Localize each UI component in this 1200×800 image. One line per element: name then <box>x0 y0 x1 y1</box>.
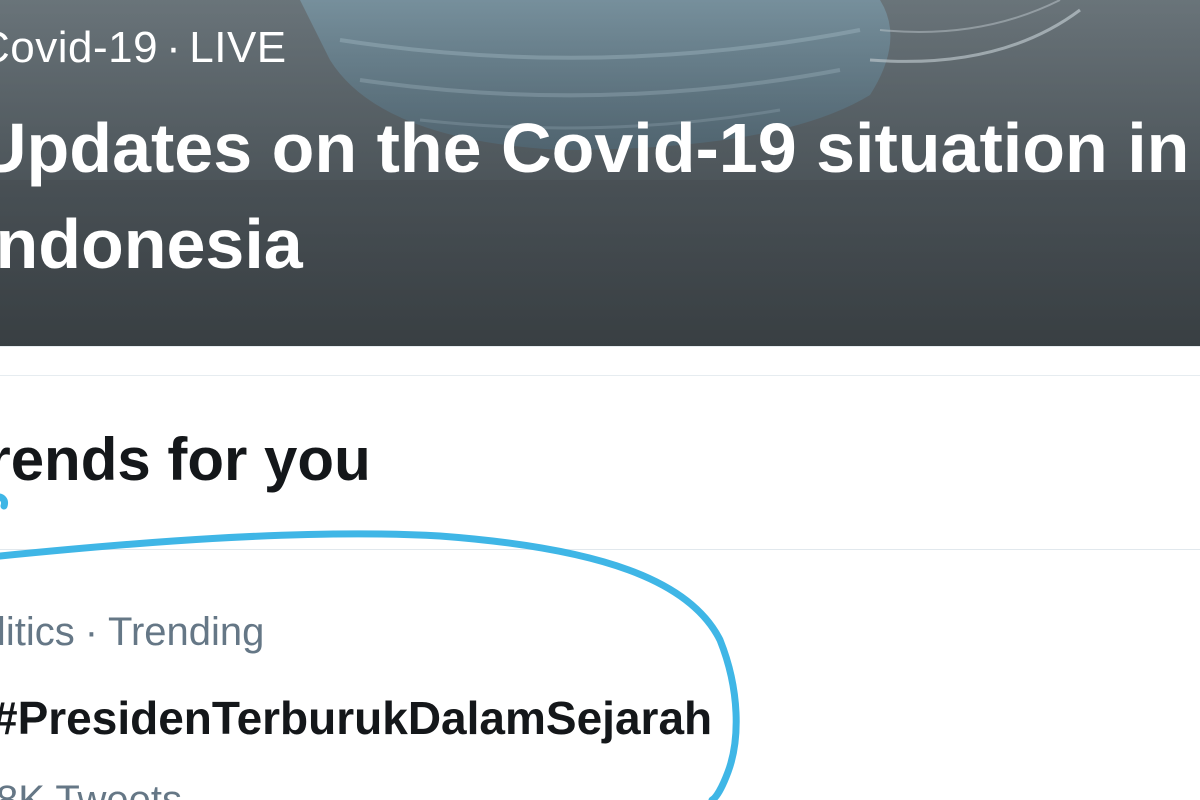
trends-heading: Trends for you <box>0 426 371 493</box>
live-status: LIVE <box>189 23 287 72</box>
trend-item[interactable]: Politics·Trending #PresidenTerburukDalam… <box>0 550 1200 800</box>
app-viewport: Covid-19·LIVE Updates on the Covid-19 si… <box>0 0 1200 800</box>
trend-status: Trending <box>108 610 265 654</box>
event-meta: Covid-19·LIVE <box>0 18 287 78</box>
event-title: Updates on the Covid-19 situation in Ind… <box>0 109 1190 283</box>
trend-hashtag[interactable]: #PresidenTerburukDalamSejarah <box>0 688 720 748</box>
event-topic: Covid-19 <box>0 23 159 72</box>
tweet-count: 8K Tweets <box>0 778 183 800</box>
trend-context: Politics·Trending <box>0 606 264 658</box>
meta-separator: · <box>166 23 182 72</box>
section-separator <box>0 346 1200 376</box>
live-event-banner[interactable]: Covid-19·LIVE Updates on the Covid-19 si… <box>0 0 1200 346</box>
context-separator: · <box>84 610 99 654</box>
trend-category: Politics <box>0 610 75 654</box>
